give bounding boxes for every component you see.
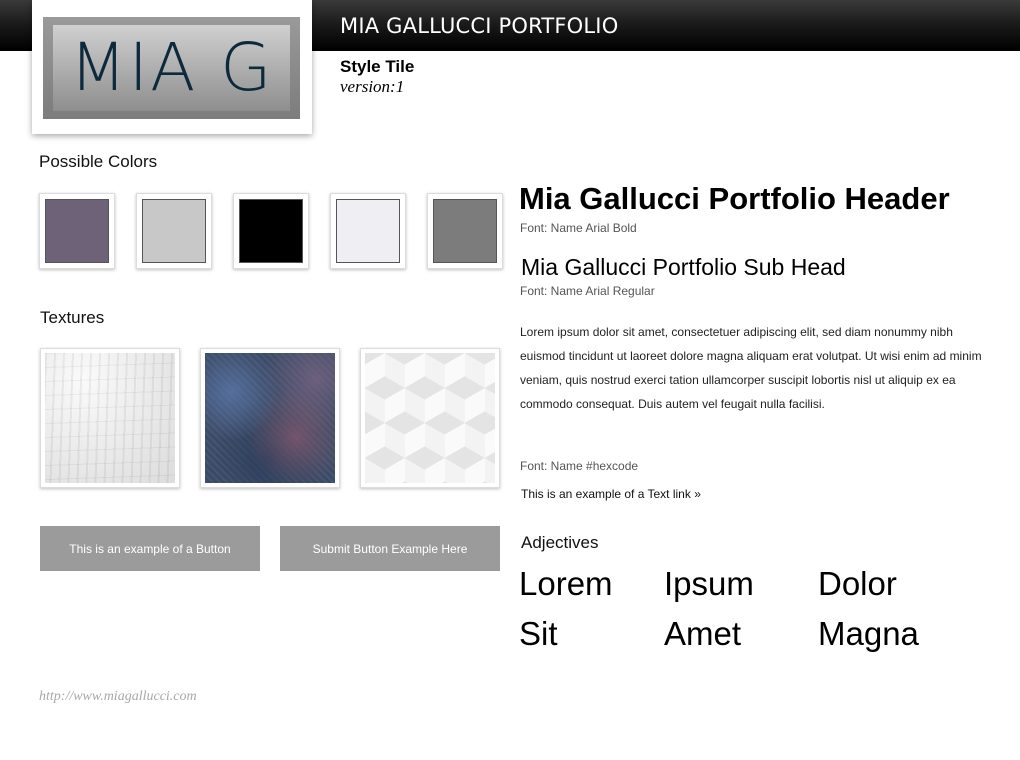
- logo-card: MIA G: [32, 0, 312, 134]
- header-font-note: Font: Name Arial Bold: [520, 221, 637, 235]
- plaster-texture-image: [45, 353, 175, 483]
- subhead-font-sample: Mia Gallucci Portfolio Sub Head: [521, 254, 846, 280]
- hexcode-font-note: Font: Name #hexcode: [520, 459, 639, 473]
- submit-button[interactable]: Submit Button Example Here: [280, 526, 500, 571]
- color-swatch-black: [233, 193, 309, 269]
- logo-text: MIA G: [69, 29, 274, 106]
- swatch-fill: [45, 199, 109, 263]
- style-tile-version: version:1: [340, 77, 405, 96]
- swatch-fill: [142, 199, 206, 263]
- adjective-word: Lorem: [519, 565, 613, 602]
- stone-texture-image: [205, 353, 335, 483]
- textures-label: Textures: [40, 308, 105, 327]
- site-title: MIA GALLUCCI PORTFOLIO: [340, 14, 619, 38]
- color-swatch-gray: [427, 193, 503, 269]
- texture-cubes: [360, 348, 500, 488]
- style-tile-title: Style Tile: [340, 57, 415, 76]
- header-font-sample: Mia Gallucci Portfolio Header: [519, 181, 950, 216]
- color-swatch-light-gray: [136, 193, 212, 269]
- example-text-link[interactable]: This is an example of a Text link »: [521, 487, 701, 501]
- subhead-font-note: Font: Name Arial Regular: [520, 284, 655, 298]
- example-button[interactable]: This is an example of a Button: [40, 526, 260, 571]
- cube-pattern-texture-image: [365, 353, 495, 483]
- adjective-word: Ipsum: [664, 565, 754, 602]
- texture-plaster: [40, 348, 180, 488]
- texture-stone: [200, 348, 340, 488]
- swatch-fill: [336, 199, 400, 263]
- adjective-word: Magna: [818, 615, 919, 652]
- swatch-fill: [239, 199, 303, 263]
- logo-frame: MIA G: [43, 17, 300, 119]
- adjective-word: Amet: [664, 615, 742, 652]
- color-swatch-purple: [39, 193, 115, 269]
- swatch-fill: [433, 199, 497, 263]
- footer-url: http://www.miagallucci.com: [39, 689, 197, 704]
- adjective-word: Dolor: [818, 565, 897, 602]
- body-copy-sample: Lorem ipsum dolor sit amet, consectetuer…: [520, 325, 982, 411]
- logo-plate: MIA G: [53, 25, 290, 111]
- adjectives-label: Adjectives: [521, 533, 599, 552]
- possible-colors-label: Possible Colors: [39, 152, 158, 171]
- adjective-word: Sit: [519, 615, 558, 652]
- color-swatch-off-white: [330, 193, 406, 269]
